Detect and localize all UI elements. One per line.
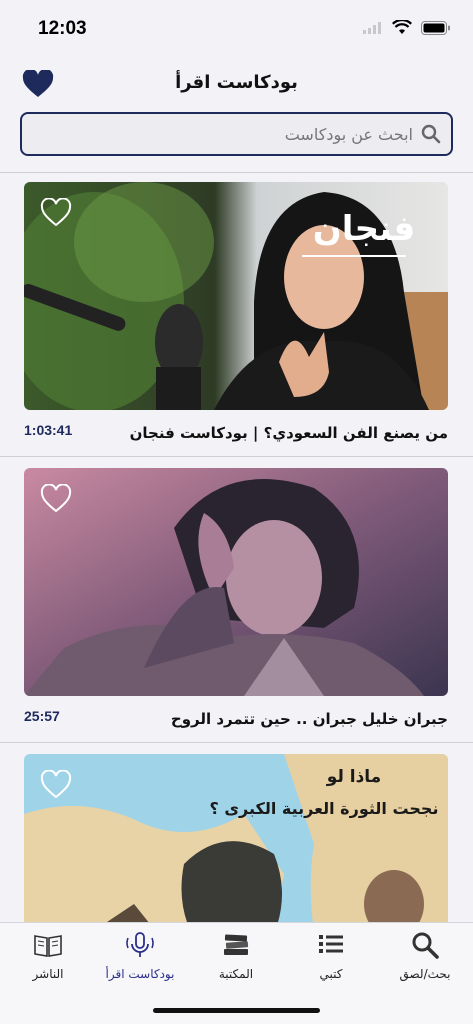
favorite-heart-icon[interactable]	[40, 198, 72, 228]
books-stack-icon	[224, 934, 249, 955]
episode-thumbnail[interactable]: فنجان	[24, 182, 448, 410]
episode-title: من يصنع الفن السعودي؟ | بودكاست فنجان	[129, 424, 448, 442]
tab-podcast[interactable]: بودكاست اقرأ	[95, 929, 185, 981]
wifi-icon	[392, 20, 412, 34]
svg-text:نجحت الثورة العربية الكبرى ؟: نجحت الثورة العربية الكبرى ؟	[210, 799, 439, 818]
microphone-icon	[126, 932, 154, 957]
page-title: بودكاست اقرأ	[175, 72, 298, 93]
book-open-icon	[34, 935, 62, 957]
signal-icon	[363, 21, 381, 34]
home-indicator	[153, 1008, 320, 1013]
svg-text:فنجان: فنجان	[313, 209, 415, 249]
favorite-heart-icon[interactable]	[40, 484, 72, 514]
app-header: بودكاست اقرأ	[0, 58, 473, 110]
episode-duration: 1:03:41	[24, 422, 73, 438]
episode-info: من يصنع الفن السعودي؟ | بودكاست فنجان 1:…	[24, 410, 448, 450]
tab-label: بحث/لصق	[399, 967, 451, 981]
tab-label: المكتبة	[218, 967, 254, 981]
episode-image	[24, 468, 448, 696]
episode-image: فنجان	[24, 182, 448, 410]
status-time: 12:03	[38, 18, 87, 39]
tab-label: كتبي	[319, 967, 343, 981]
episode-thumbnail[interactable]	[24, 468, 448, 696]
search-bar[interactable]	[20, 112, 453, 156]
status-icons	[363, 20, 451, 35]
tab-my-books[interactable]: كتبي	[286, 929, 376, 981]
tab-library[interactable]: المكتبة	[191, 929, 281, 981]
episode-card[interactable]: جبران خليل جبران .. حين تتمرد الروح 25:5…	[24, 468, 448, 736]
search-icon	[412, 932, 439, 959]
episode-title: جبران خليل جبران .. حين تتمرد الروح	[170, 710, 448, 728]
divider	[0, 742, 473, 743]
battery-icon	[421, 20, 450, 35]
episode-card[interactable]: فنجان من يصنع الفن السعودي؟ | بودكاست فن…	[24, 182, 448, 450]
episode-duration: 25:57	[24, 708, 60, 724]
search-input[interactable]	[53, 114, 413, 154]
episode-info: جبران خليل جبران .. حين تتمرد الروح 25:5…	[24, 696, 448, 736]
list-icon	[319, 935, 343, 953]
tab-search[interactable]: بحث/لصق	[380, 929, 470, 981]
divider	[0, 172, 473, 173]
divider	[0, 456, 473, 457]
favorite-heart-icon[interactable]	[40, 770, 72, 800]
tab-label: بودكاست اقرأ	[105, 967, 175, 981]
tab-label: الناشر	[32, 967, 64, 981]
svg-text:ماذا لو: ماذا لو	[326, 767, 381, 787]
tab-publisher[interactable]: الناشر	[3, 929, 93, 981]
status-bar: 12:03	[0, 0, 473, 58]
search-icon	[421, 124, 441, 144]
